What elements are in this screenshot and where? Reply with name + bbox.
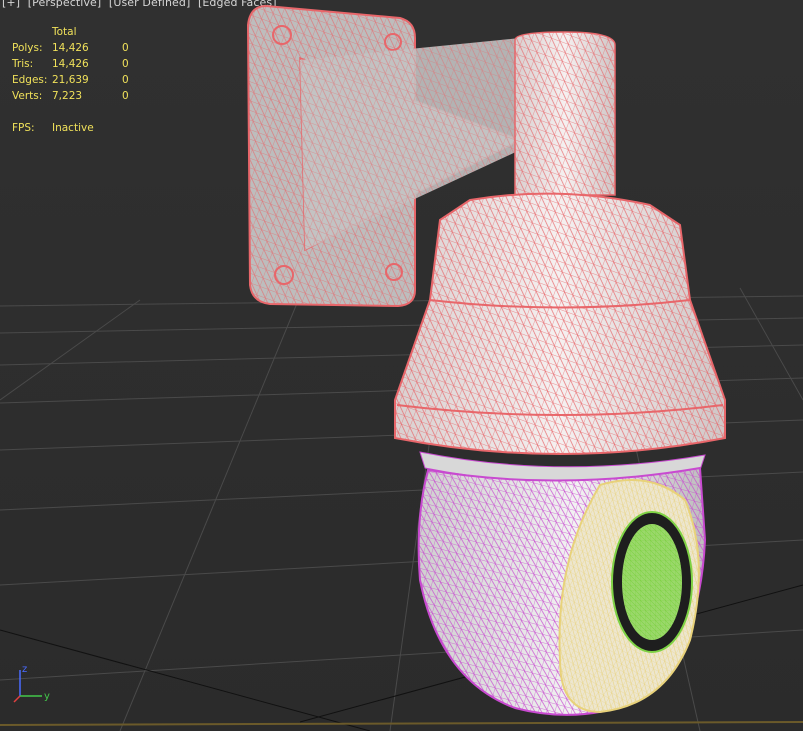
stats-total: 21,639 (52, 74, 89, 86)
stats-selected: 0 (122, 90, 129, 102)
x-axis-line (13, 695, 21, 703)
z-axis-label: z (22, 664, 27, 675)
stats-label: Polys: (12, 42, 43, 54)
camera-lens (611, 511, 693, 653)
stats-row-polys: Polys: 14,426 0 (12, 40, 152, 56)
stats-header: Total (52, 26, 77, 38)
stats-selected: 0 (122, 58, 129, 70)
stats-total: 14,426 (52, 42, 89, 54)
stats-row-verts: Verts: 7,223 0 (12, 88, 152, 104)
axis-gizmo: z y (13, 664, 50, 703)
3d-viewport[interactable]: [+] [Perspective] [User Defined] [Edged … (0, 0, 803, 731)
stats-total: 7,223 (52, 90, 83, 102)
stats-selected: 0 (122, 42, 129, 54)
stats-row-fps: FPS: Inactive (12, 120, 152, 136)
camera-housing (394, 192, 726, 483)
stats-total: 14,426 (52, 58, 89, 70)
fps-label: FPS: (12, 122, 35, 134)
statistics-overlay: Total Polys: 14,426 0 Tris: 14,426 0 Edg… (12, 24, 152, 136)
stats-label: Tris: (12, 58, 34, 70)
fps-value: Inactive (52, 122, 94, 134)
y-axis-label: y (44, 691, 50, 702)
stats-row-edges: Edges: 21,639 0 (12, 72, 152, 88)
stats-selected: 0 (122, 74, 129, 86)
stats-row-tris: Tris: 14,426 0 (12, 56, 152, 72)
stats-label: Edges: (12, 74, 48, 86)
stats-label: Verts: (12, 90, 43, 102)
